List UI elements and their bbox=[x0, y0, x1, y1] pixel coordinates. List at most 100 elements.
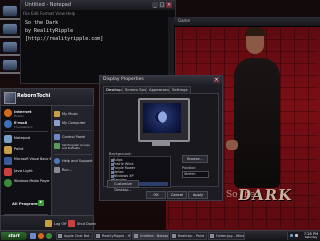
wallpaper-figure-hair bbox=[245, 27, 265, 36]
desktop-icon-my-documents[interactable] bbox=[3, 6, 17, 16]
java-icon bbox=[4, 168, 12, 176]
divider bbox=[54, 154, 92, 155]
customize-desktop-button[interactable]: Customize Desktop... bbox=[107, 180, 139, 192]
close-button[interactable]: × bbox=[166, 2, 172, 8]
position-select[interactable]: Stretch bbox=[182, 171, 209, 178]
all-programs-button[interactable]: All Programs ▸ bbox=[4, 199, 50, 207]
notepad-line: [http://realityripple.com] bbox=[25, 36, 104, 42]
control-panel-icon bbox=[54, 134, 60, 140]
apply-button[interactable]: Apply bbox=[188, 191, 208, 199]
user-avatar[interactable] bbox=[4, 92, 16, 104]
help-icon bbox=[54, 158, 60, 164]
start-item-sublabel: Firefox bbox=[14, 113, 24, 118]
quicklaunch-desktop-icon[interactable] bbox=[30, 233, 36, 239]
taskbar-button[interactable]: RealityRipple - Hotel... bbox=[94, 232, 131, 240]
notepad-titlebar[interactable]: Untitled - Notepad _ □ × bbox=[21, 1, 175, 10]
monitor-preview bbox=[138, 98, 190, 142]
start-item-java-light[interactable]: Java Light bbox=[4, 167, 50, 177]
browse-button[interactable]: Browse... bbox=[182, 155, 208, 163]
background-window-titlebar[interactable]: Game bbox=[174, 17, 320, 27]
start-item-label: Paint bbox=[14, 146, 24, 151]
start-item-my-music[interactable]: My Music bbox=[54, 110, 94, 118]
taskbar-button[interactable]: Apple Chat Bot - Edit... bbox=[56, 232, 93, 240]
start-item-label: Run... bbox=[62, 167, 73, 172]
start-item-control-panel[interactable]: Control Panel bbox=[54, 133, 94, 141]
start-menu-places: My Music My Computer Control Panel Set P… bbox=[51, 106, 94, 215]
program-access-icon bbox=[54, 143, 60, 149]
desktop-icon-label bbox=[0, 18, 20, 20]
display-properties-dialog[interactable]: Display Properties × Desktop Screen Save… bbox=[99, 75, 223, 201]
desktop-icon-label bbox=[0, 54, 20, 56]
start-item-run[interactable]: Run... bbox=[54, 166, 94, 174]
visual-basic-icon bbox=[4, 157, 12, 165]
shut-down-button[interactable]: Shut Down bbox=[68, 220, 96, 227]
dialog-title: Display Properties bbox=[103, 77, 144, 82]
network-icon[interactable] bbox=[290, 234, 293, 237]
notepad-icon bbox=[134, 234, 138, 238]
desktop-icon-recycle-bin[interactable] bbox=[3, 60, 17, 70]
volume-icon[interactable] bbox=[295, 234, 298, 237]
background-window-title: Game bbox=[178, 18, 190, 23]
start-item-paint[interactable]: Paint bbox=[4, 145, 50, 155]
start-item-visual-basic[interactable]: Microsoft Visual Basic 6.0 bbox=[4, 156, 55, 166]
start-item-label: Set Program Access and Defaults bbox=[62, 142, 90, 150]
start-item-internet[interactable]: Internet Firefox bbox=[4, 108, 50, 118]
user-name: RebornTochi bbox=[17, 94, 51, 99]
notepad-title: Untitled - Notepad bbox=[25, 2, 72, 8]
dialog-close-button[interactable]: × bbox=[213, 77, 220, 83]
start-item-label: Windows Media Player bbox=[14, 179, 50, 183]
log-off-button[interactable]: Log Off bbox=[45, 220, 67, 227]
start-item-label: My Music bbox=[62, 111, 79, 116]
taskbar-button-label: Folder.jpg - Window... bbox=[216, 234, 244, 238]
start-item-label: My Computer bbox=[62, 120, 86, 125]
wallpaper-figure-hand bbox=[226, 140, 238, 150]
dialog-titlebar[interactable]: Display Properties × bbox=[100, 76, 222, 85]
thunderbird-icon bbox=[4, 120, 12, 128]
position-label: Position: bbox=[182, 166, 197, 170]
start-button[interactable]: start bbox=[1, 232, 27, 240]
taskbar-button[interactable]: Folder.jpg - Window... bbox=[208, 232, 245, 240]
start-item-help[interactable]: Help and Support bbox=[54, 157, 94, 165]
minimize-button[interactable]: _ bbox=[152, 2, 158, 8]
start-item-label: Java Light bbox=[14, 168, 33, 173]
wallpaper-figure bbox=[234, 58, 280, 188]
window-icon bbox=[58, 234, 62, 238]
log-off-label: Log Off bbox=[54, 221, 67, 226]
arrow-right-icon: ▸ bbox=[38, 200, 44, 206]
taskbar-button-active[interactable]: Untitled - Notepad bbox=[132, 232, 169, 240]
start-item-notepad[interactable]: Notepad bbox=[4, 134, 50, 144]
music-folder-icon bbox=[54, 111, 60, 117]
taskbar-button-label: Realitzip - Paint bbox=[178, 234, 205, 238]
window-icon bbox=[96, 234, 100, 238]
start-item-my-computer[interactable]: My Computer bbox=[54, 119, 94, 127]
ok-button[interactable]: OK bbox=[146, 191, 166, 199]
taskbar: start Apple Chat Bot - Edit... RealityRi… bbox=[0, 230, 320, 241]
cancel-button[interactable]: Cancel bbox=[167, 191, 187, 199]
quicklaunch-media-icon[interactable] bbox=[46, 233, 52, 239]
all-programs-label: All Programs bbox=[12, 200, 40, 206]
start-menu-footer: Log Off Shut Down bbox=[1, 215, 96, 231]
monitor-preview-screen bbox=[143, 103, 181, 133]
run-icon bbox=[54, 167, 60, 173]
quicklaunch-firefox-icon[interactable] bbox=[38, 233, 44, 239]
preview-moon-icon bbox=[155, 111, 167, 123]
desktop-icon-my-computer[interactable] bbox=[3, 24, 17, 34]
desktop-icon-network[interactable] bbox=[3, 42, 17, 52]
maximize-button[interactable]: □ bbox=[159, 2, 165, 8]
start-item-program-access[interactable]: Set Program Access and Defaults bbox=[54, 142, 94, 152]
notepad-textarea[interactable]: So the Dark by RealityRipple [http://reali… bbox=[25, 19, 103, 43]
taskbar-button-label: RealityRipple - Hotel... bbox=[102, 234, 130, 238]
image-icon bbox=[210, 234, 214, 238]
notepad-menubar[interactable]: File Edit Format View Help bbox=[23, 11, 173, 16]
start-item-media-player[interactable]: Windows Media Player bbox=[4, 178, 50, 188]
media-player-icon bbox=[4, 179, 12, 187]
start-item-label: Control Panel bbox=[62, 134, 86, 139]
firefox-icon bbox=[4, 109, 12, 117]
start-menu: RebornTochi Internet Firefox E-mail Thun… bbox=[0, 88, 96, 232]
key-icon bbox=[45, 220, 52, 227]
shut-down-label: Shut Down bbox=[77, 221, 97, 226]
notepad-window[interactable]: Untitled - Notepad _ □ × File Edit Forma… bbox=[20, 0, 176, 84]
clock[interactable]: 7:28 PM Saturday bbox=[302, 232, 320, 239]
taskbar-button[interactable]: Realitzip - Paint bbox=[170, 232, 207, 240]
start-item-email[interactable]: E-mail Thunderbird bbox=[4, 119, 50, 129]
